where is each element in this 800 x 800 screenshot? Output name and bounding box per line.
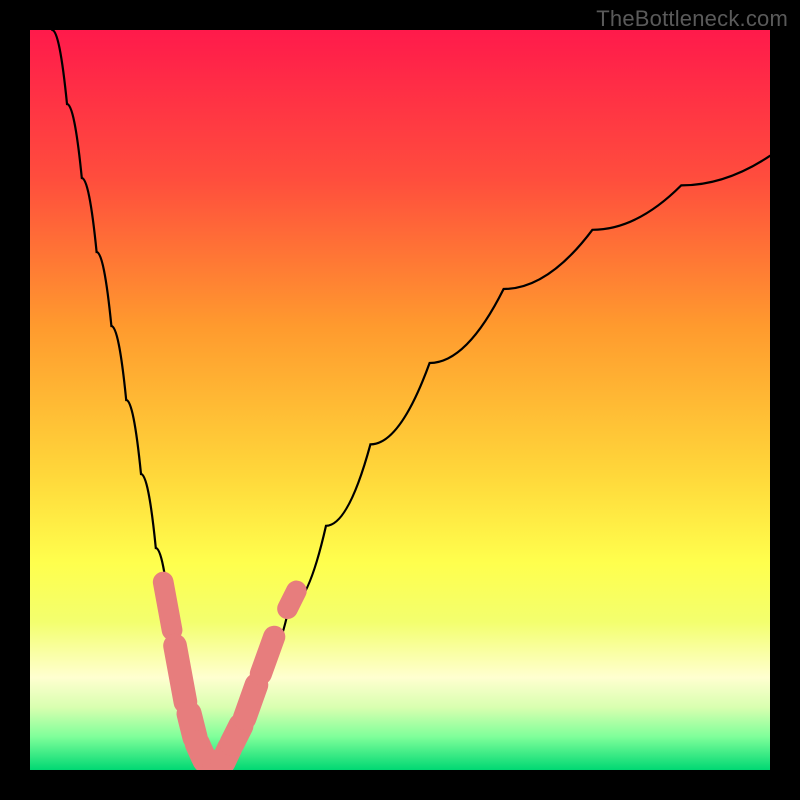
right-markers	[288, 591, 297, 609]
right-markers	[261, 637, 274, 674]
watermark-text: TheBottleneck.com	[596, 6, 788, 32]
right-curve	[215, 156, 770, 770]
plot-area	[30, 30, 770, 770]
curve-layer	[30, 30, 770, 770]
chart-frame: TheBottleneck.com	[0, 0, 800, 800]
right-markers	[245, 685, 257, 718]
left-curve	[52, 30, 215, 770]
left-markers	[163, 582, 172, 630]
left-markers	[175, 646, 185, 702]
marker-layer	[163, 582, 296, 770]
